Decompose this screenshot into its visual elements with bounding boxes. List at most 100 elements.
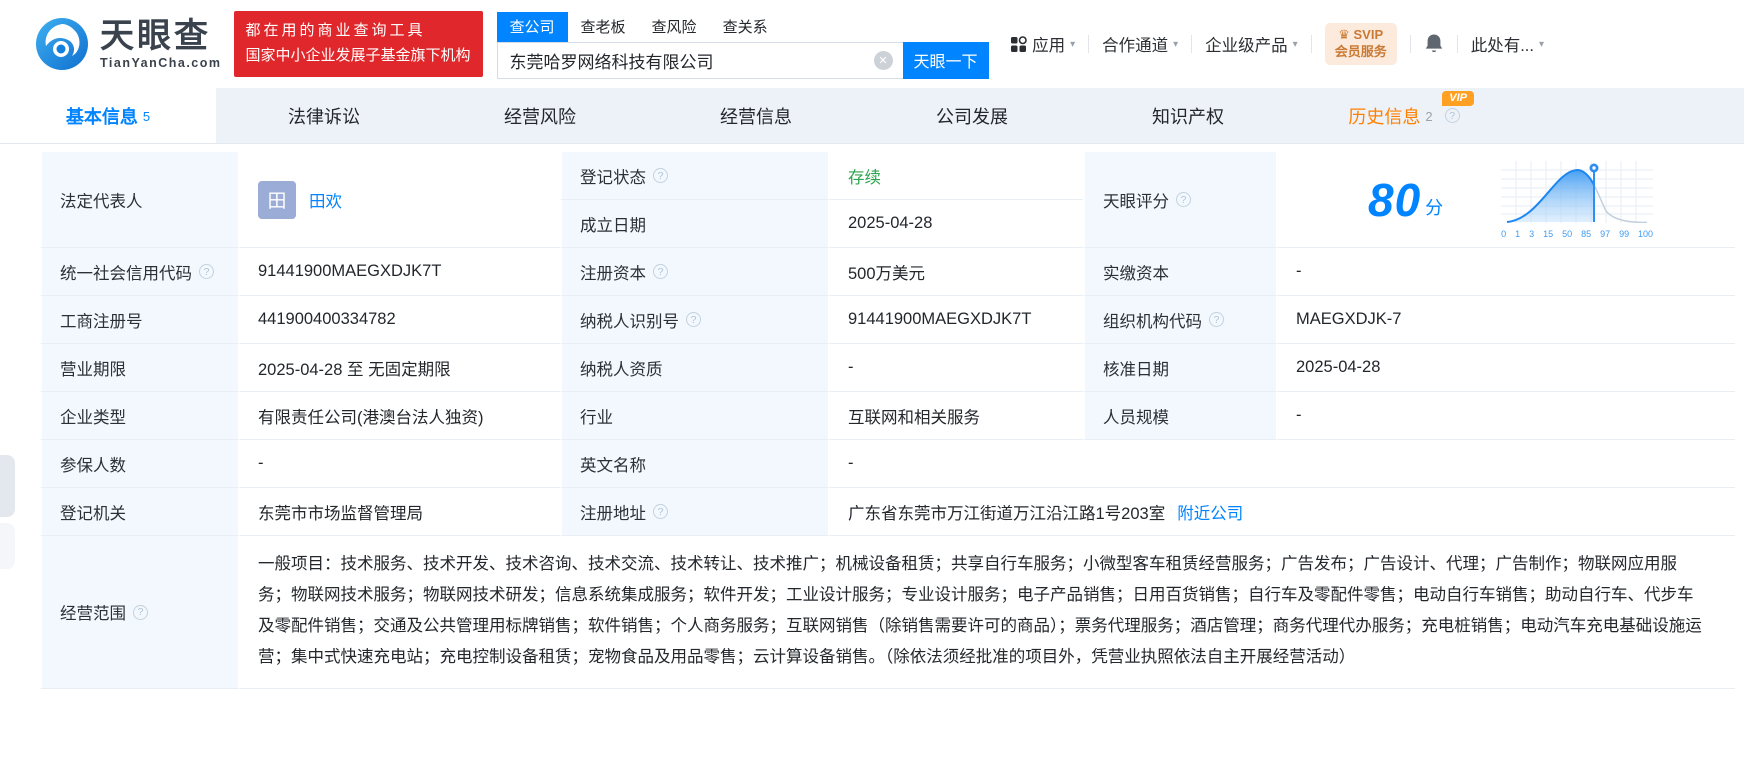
svip-line1: SVIP bbox=[1353, 27, 1384, 43]
divider bbox=[1409, 35, 1411, 53]
score-value[interactable]: 80 分 0 1 3 15 50 85 97 99 100 bbox=[1278, 152, 1735, 248]
tab-legal[interactable]: 法律诉讼 bbox=[216, 88, 432, 143]
tab-history-info[interactable]: VIP 历史信息 2 ? bbox=[1296, 88, 1512, 143]
business-scope-text: 一般项目：技术服务、技术开发、技术咨询、技术交流、技术转让、技术推广；机械设备租… bbox=[240, 536, 1735, 689]
nav-account-menu[interactable]: 此处有... ▾ bbox=[1471, 32, 1544, 56]
search-tab-company[interactable]: 查公司 bbox=[496, 11, 568, 42]
tab-intellectual-property[interactable]: 知识产权 bbox=[1080, 88, 1296, 143]
crown-icon: ♛ bbox=[1338, 27, 1350, 43]
reg-capital-label: 注册资本? bbox=[560, 248, 830, 296]
paid-capital-label: 实缴资本 bbox=[1083, 248, 1278, 296]
chevron-down-icon: ▾ bbox=[1292, 38, 1298, 50]
search-tab-boss[interactable]: 查老板 bbox=[568, 12, 639, 42]
empty-cell bbox=[1083, 440, 1735, 488]
basic-info-table: 法定代表人 田 田欢 登记状态? 存续 成立日期 2025-04-28 天眼评分… bbox=[40, 152, 1735, 689]
divider bbox=[1310, 35, 1312, 53]
help-icon[interactable]: ? bbox=[686, 312, 701, 327]
reg-authority-label: 登记机关 bbox=[40, 488, 240, 536]
approval-date-label: 核准日期 bbox=[1083, 344, 1278, 392]
score-label: 天眼评分? bbox=[1083, 152, 1278, 248]
reg-authority-value: 东莞市市场监督管理局 bbox=[240, 488, 560, 536]
nearby-companies-link[interactable]: 附近公司 bbox=[1177, 500, 1243, 524]
tianyancha-logo[interactable]: 天眼查 TianYanCha.com bbox=[34, 16, 222, 72]
promo-badge: 都在用的商业查询工具 国家中小企业发展子基金旗下机构 bbox=[233, 11, 483, 77]
search-button[interactable]: 天眼一下 bbox=[902, 41, 989, 79]
nav-apps[interactable]: 应用 ▾ bbox=[1010, 32, 1075, 56]
nav-cooperation[interactable]: 合作通道 ▾ bbox=[1102, 32, 1178, 56]
tab-company-development[interactable]: 公司发展 bbox=[864, 88, 1080, 143]
tab-operation-label: 经营信息 bbox=[720, 106, 792, 127]
section-tabbar: 基本信息 5 法律诉讼 经营风险 经营信息 公司发展 知识产权 VIP 历史信息… bbox=[0, 88, 1744, 144]
header: 天眼查 TianYanCha.com 都在用的商业查询工具 国家中小企业发展子基… bbox=[0, 0, 1744, 88]
nav-cooperation-label: 合作通道 bbox=[1102, 37, 1169, 55]
avatar[interactable]: 田 bbox=[258, 180, 296, 219]
score-distribution-chart: 0 1 3 15 50 85 97 99 100 bbox=[1501, 160, 1654, 239]
business-scope-label: 经营范围? bbox=[40, 536, 240, 689]
tab-basic-count: 5 bbox=[142, 109, 151, 124]
reg-status-label: 登记状态? bbox=[560, 152, 830, 200]
help-icon[interactable]: ? bbox=[1176, 192, 1191, 207]
tab-basic-label: 基本信息 bbox=[65, 106, 138, 127]
svip-member-badge[interactable]: ♛ SVIP 会员服务 bbox=[1324, 23, 1397, 65]
help-icon[interactable]: ? bbox=[653, 504, 668, 519]
divider bbox=[1088, 35, 1090, 53]
reg-address-label: 注册地址? bbox=[560, 488, 830, 536]
nav-account-label: 此处有... bbox=[1470, 37, 1534, 55]
help-icon[interactable]: ? bbox=[1444, 108, 1460, 123]
search-input[interactable] bbox=[496, 41, 903, 79]
legal-rep-value: 田 田欢 bbox=[240, 152, 560, 248]
est-date-label: 成立日期 bbox=[560, 200, 830, 248]
logo-title: 天眼查 bbox=[100, 16, 211, 55]
staff-size-value: - bbox=[1278, 392, 1735, 440]
promo-line1: 都在用的商业查询工具 bbox=[245, 22, 426, 40]
staff-size-label: 人员规模 bbox=[1083, 392, 1278, 440]
taxpayer-quality-value: - bbox=[830, 344, 1083, 392]
tab-operating-risk[interactable]: 经营风险 bbox=[432, 88, 648, 143]
taxpayer-id-label: 纳税人识别号? bbox=[560, 296, 830, 344]
legal-rep-name-link[interactable]: 田欢 bbox=[309, 188, 342, 212]
business-term-value: 2025-04-28 至 无固定期限 bbox=[240, 344, 560, 392]
taxpayer-quality-label: 纳税人资质 bbox=[560, 344, 830, 392]
tab-ip-label: 知识产权 bbox=[1152, 106, 1224, 127]
industry-value: 互联网和相关服务 bbox=[830, 392, 1083, 440]
tab-legal-label: 法律诉讼 bbox=[288, 106, 360, 127]
approval-date-value: 2025-04-28 bbox=[1278, 344, 1735, 392]
tab-operating-info[interactable]: 经营信息 bbox=[648, 88, 864, 143]
svip-line2: 会员服务 bbox=[1334, 44, 1387, 59]
tab-basic-info[interactable]: 基本信息 5 bbox=[0, 88, 216, 143]
business-term-label: 营业期限 bbox=[40, 344, 240, 392]
nav-apps-label: 应用 bbox=[1032, 37, 1066, 55]
side-widget-handle[interactable] bbox=[0, 455, 15, 517]
tab-history-count: 2 bbox=[1425, 109, 1433, 124]
reg-number-value: 441900400334782 bbox=[240, 296, 560, 344]
help-icon[interactable]: ? bbox=[653, 168, 668, 183]
chevron-down-icon: ▾ bbox=[1070, 38, 1076, 50]
org-code-label: 组织机构代码? bbox=[1083, 296, 1278, 344]
help-icon[interactable]: ? bbox=[653, 264, 668, 279]
search-tab-relation[interactable]: 查关系 bbox=[710, 12, 781, 42]
search-tab-risk[interactable]: 查风险 bbox=[639, 12, 710, 42]
tab-development-label: 公司发展 bbox=[936, 106, 1008, 127]
side-widget-handle-secondary[interactable] bbox=[0, 523, 15, 569]
company-type-label: 企业类型 bbox=[40, 392, 240, 440]
score-unit: 分 bbox=[1425, 197, 1444, 218]
taxpayer-id-value: 91441900MAEGXDJK7T bbox=[830, 296, 1083, 344]
nav-enterprise-products[interactable]: 企业级产品 ▾ bbox=[1205, 32, 1298, 56]
help-icon[interactable]: ? bbox=[199, 264, 214, 279]
divider bbox=[1191, 35, 1193, 53]
search-tabs: 查公司 查老板 查风险 查关系 bbox=[496, 11, 989, 42]
clear-icon[interactable]: ✕ bbox=[873, 50, 893, 70]
promo-line2: 国家中小企业发展子基金旗下机构 bbox=[245, 47, 471, 64]
bell-icon[interactable] bbox=[1424, 33, 1444, 55]
reg-number-label: 工商注册号 bbox=[40, 296, 240, 344]
logo-domain: TianYanCha.com bbox=[100, 55, 222, 70]
vip-badge: VIP bbox=[1442, 91, 1474, 106]
help-icon[interactable]: ? bbox=[1209, 312, 1224, 327]
company-type-value: 有限责任公司(港澳台法人独资) bbox=[240, 392, 560, 440]
search-area: 查公司 查老板 查风险 查关系 ✕ 天眼一下 bbox=[496, 11, 989, 79]
chevron-down-icon: ▾ bbox=[1173, 38, 1179, 50]
reg-address-value: 广东省东莞市万江街道万江沿江路1号203室 附近公司 bbox=[830, 488, 1735, 536]
score-number: 80 bbox=[1368, 173, 1422, 226]
insured-count-label: 参保人数 bbox=[40, 440, 240, 488]
help-icon[interactable]: ? bbox=[133, 604, 148, 620]
